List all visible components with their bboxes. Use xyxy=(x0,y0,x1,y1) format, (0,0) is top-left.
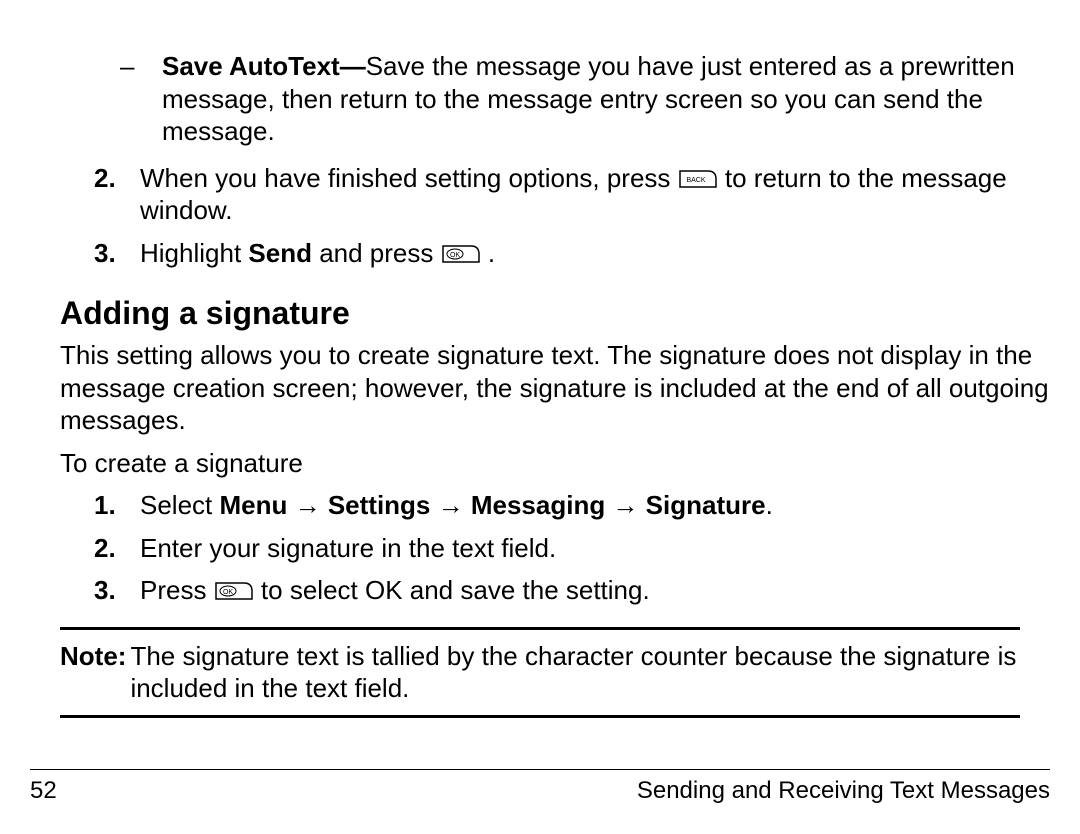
sig-step-1-post: . xyxy=(766,490,773,520)
bullet-dash: – xyxy=(30,50,162,148)
manual-page: – Save AutoText—Save the message you hav… xyxy=(0,0,1080,834)
step-2-pre: When you have finished setting options, … xyxy=(140,163,678,193)
sig-step-3-num: 3. xyxy=(30,574,140,607)
note-rule-top xyxy=(60,627,1020,630)
intro-paragraph: This setting allows you to create signat… xyxy=(30,339,1050,437)
back-key-icon: BACK xyxy=(678,167,718,189)
step-3-body: Highlight Send and press OK . xyxy=(140,237,1050,270)
note-body: The signature text is tallied by the cha… xyxy=(130,640,1020,705)
step-3-num: 3. xyxy=(30,237,140,270)
sig-step-3: 3. Press OK to select OK and save the se… xyxy=(30,574,1050,607)
page-number: 52 xyxy=(30,776,57,806)
note-label: Note: xyxy=(60,640,130,705)
step-2-body: When you have finished setting options, … xyxy=(140,162,1050,227)
footer-title: Sending and Receiving Text Messages xyxy=(637,776,1050,806)
step-3-pre: Highlight xyxy=(140,238,248,268)
step-2-num: 2. xyxy=(30,162,140,227)
ok-key-icon: OK xyxy=(214,579,254,601)
step-3: 3. Highlight Send and press OK . xyxy=(30,237,1050,270)
step-3-post: . xyxy=(488,238,495,268)
ok-key-icon: OK xyxy=(441,242,481,264)
section-heading: Adding a signature xyxy=(30,293,1050,333)
save-autotext-lead: Save AutoText— xyxy=(162,51,366,81)
sig-step-3-body: Press OK to select OK and save the setti… xyxy=(140,574,1050,607)
sig-step-1: 1. Select Menu → Settings → Messaging → … xyxy=(30,489,1050,522)
lead-paragraph: To create a signature xyxy=(30,447,1050,480)
svg-text:BACK: BACK xyxy=(686,177,705,184)
save-autotext-bullet: – Save AutoText—Save the message you hav… xyxy=(30,50,1050,148)
sig-step-2-body: Enter your signature in the text field. xyxy=(140,532,1050,565)
sig-step-2-num: 2. xyxy=(30,532,140,565)
footer-rule xyxy=(30,769,1050,770)
bullet-body: Save AutoText—Save the message you have … xyxy=(162,50,1050,148)
sig-step-1-pre: Select xyxy=(140,490,220,520)
step-3-bold: Send xyxy=(248,238,312,268)
sig-step-3-pre: Press xyxy=(140,575,214,605)
sig-step-2: 2. Enter your signature in the text fiel… xyxy=(30,532,1050,565)
svg-text:OK: OK xyxy=(223,589,233,596)
svg-text:OK: OK xyxy=(450,252,460,259)
step-3-mid: and press xyxy=(312,238,441,268)
sig-step-1-path: Menu → Settings → Messaging → Signature xyxy=(220,490,766,520)
sig-step-1-num: 1. xyxy=(30,489,140,522)
sig-step-3-post: to select OK and save the setting. xyxy=(261,575,650,605)
note-rule-bottom xyxy=(60,715,1020,718)
note-block: Note: The signature text is tallied by t… xyxy=(30,640,1050,705)
page-footer: 52 Sending and Receiving Text Messages xyxy=(30,769,1050,806)
step-2: 2. When you have finished setting option… xyxy=(30,162,1050,227)
sig-step-1-body: Select Menu → Settings → Messaging → Sig… xyxy=(140,489,1050,522)
